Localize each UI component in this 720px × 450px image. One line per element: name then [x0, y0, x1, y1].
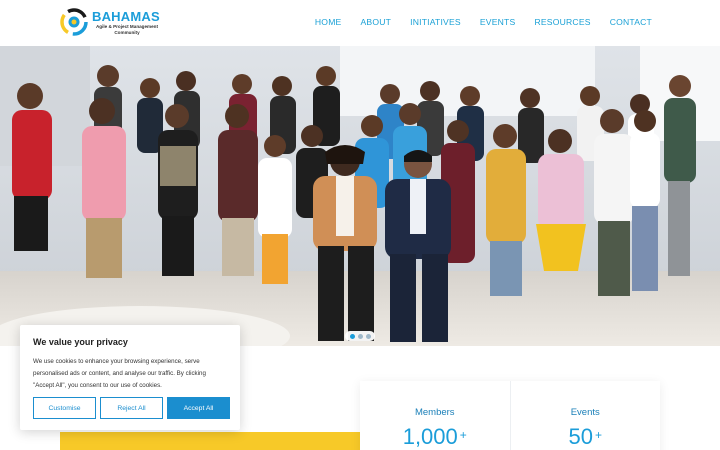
accept-all-button[interactable]: Accept All: [167, 397, 230, 419]
nav-events[interactable]: EVENTS: [480, 17, 516, 27]
cookie-text: We use cookies to enhance your browsing …: [33, 358, 206, 389]
site-header: BAHAMAS Agile & Project Management Commu…: [0, 0, 720, 46]
hero-slider[interactable]: [0, 46, 720, 346]
stats-card: Members 1,000 + Events 50 +: [360, 381, 660, 450]
stat-number: 50: [568, 424, 593, 449]
reject-all-button[interactable]: Reject All: [100, 397, 163, 419]
slider-pagination: [345, 331, 375, 341]
logo-subtitle-line2: Community: [114, 29, 140, 35]
stat-members: Members 1,000 +: [360, 381, 510, 450]
cookie-buttons: Customise Reject All Accept All: [33, 397, 230, 419]
logo-subtitle-line1: Agile & Project Management: [95, 24, 159, 29]
stat-suffix: +: [594, 428, 602, 442]
stat-label: Events: [570, 407, 600, 418]
nav-home[interactable]: HOME: [315, 17, 342, 27]
nav-resources[interactable]: RESOURCES: [534, 17, 590, 27]
stat-label: Members: [414, 407, 455, 418]
cookie-consent-banner: We value your privacy We use cookies to …: [20, 325, 240, 430]
stat-value: 50 +: [511, 424, 661, 450]
slider-dot[interactable]: [349, 333, 355, 339]
stat-suffix: +: [459, 428, 467, 442]
slider-dot[interactable]: [365, 333, 371, 339]
hero-group-photo: [0, 46, 720, 346]
stat-events: Events 50 +: [509, 381, 661, 450]
main-nav: HOME ABOUT INITIATIVES EVENTS RESOURCES …: [296, 17, 652, 27]
nav-contact[interactable]: CONTACT: [610, 17, 652, 27]
nav-initiatives[interactable]: INITIATIVES: [410, 17, 461, 27]
cookie-title: We value your privacy: [33, 337, 128, 347]
nav-about[interactable]: ABOUT: [361, 17, 392, 27]
site-logo[interactable]: BAHAMAS Agile & Project Management Commu…: [60, 8, 160, 40]
logo-title: BAHAMAS: [92, 9, 160, 24]
stat-value: 1,000 +: [360, 424, 510, 450]
customise-button[interactable]: Customise: [33, 397, 96, 419]
yellow-accent-bar: [60, 432, 360, 450]
slider-dot[interactable]: [357, 333, 363, 339]
stat-number: 1,000: [402, 424, 458, 449]
logo-icon: [60, 8, 88, 36]
